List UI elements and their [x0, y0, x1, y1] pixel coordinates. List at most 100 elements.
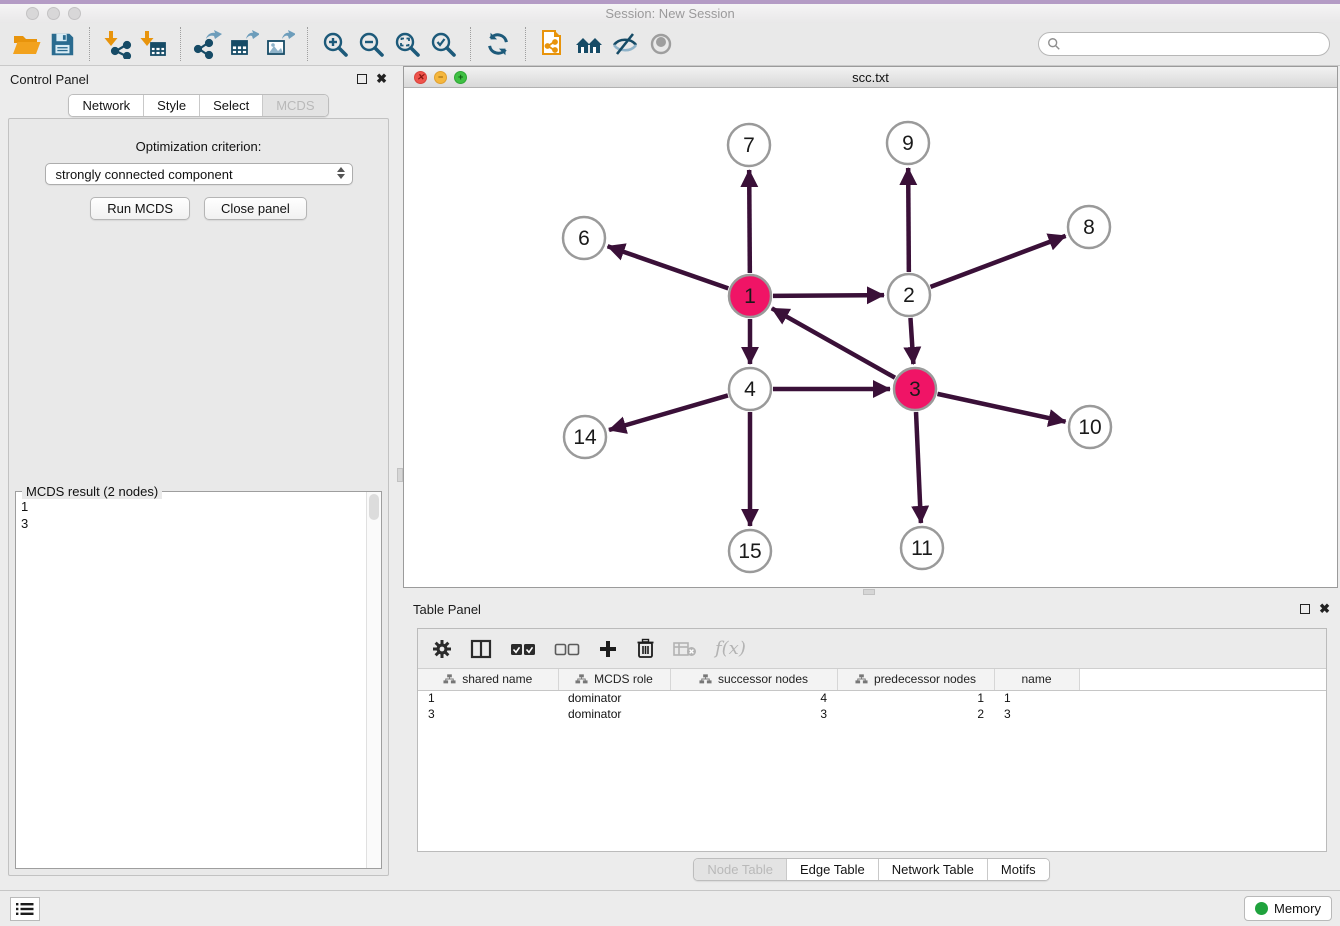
save-session-icon [48, 30, 76, 58]
graph-node-label-9: 9 [902, 132, 914, 155]
tab-motifs[interactable]: Motifs [987, 859, 1049, 880]
select-all-columns-button[interactable] [510, 641, 536, 657]
main-toolbar [0, 23, 1340, 66]
horizontal-splitter-grip[interactable] [863, 589, 875, 595]
show-all-button[interactable] [643, 26, 679, 62]
tab-select[interactable]: Select [199, 95, 262, 116]
graph-node-label-6: 6 [578, 227, 590, 250]
graph-edge-2-9[interactable] [908, 168, 909, 272]
table-row[interactable]: 1 dominator 4 1 1 [418, 690, 1326, 706]
close-panel-button[interactable]: Close panel [204, 197, 307, 220]
cell-predecessor-nodes[interactable]: 1 [837, 690, 994, 706]
graph-node-label-8: 8 [1083, 216, 1095, 239]
tab-style[interactable]: Style [143, 95, 199, 116]
cell-predecessor-nodes[interactable]: 2 [837, 706, 994, 722]
cell-name[interactable]: 3 [994, 706, 1079, 722]
tab-network[interactable]: Network [69, 95, 143, 116]
zoom-in-button[interactable] [317, 26, 353, 62]
cell-mcds-role[interactable]: dominator [558, 706, 670, 722]
delete-table-icon [673, 641, 697, 657]
refresh-button[interactable] [480, 26, 516, 62]
network-canvas[interactable]: 7968124314101511 [404, 88, 1337, 587]
open-session-icon [11, 29, 41, 59]
save-session-button[interactable] [44, 26, 80, 62]
tab-network-table[interactable]: Network Table [878, 859, 987, 880]
result-scrollbar-thumb[interactable] [369, 494, 379, 520]
graph-edge-4-14[interactable] [609, 395, 728, 430]
export-table-button[interactable] [226, 26, 262, 62]
show-column-panel-button[interactable] [470, 639, 492, 659]
cell-successor-nodes[interactable]: 3 [670, 706, 837, 722]
zoom-fit-icon [392, 29, 422, 59]
cell-mcds-role[interactable]: dominator [558, 690, 670, 706]
hierarchy-icon [575, 674, 588, 684]
first-neighbors-button[interactable] [571, 26, 607, 62]
network-window-titlebar: ✕ − + scc.txt [404, 67, 1337, 88]
search-field[interactable] [1038, 32, 1330, 56]
column-header-successor-nodes[interactable]: successor nodes [670, 669, 837, 690]
function-builder-button[interactable]: f(x) [715, 638, 746, 659]
cell-successor-nodes[interactable]: 4 [670, 690, 837, 706]
optimization-criterion-select[interactable]: strongly connected component [45, 163, 353, 185]
optimization-criterion-label: Optimization criterion: [9, 139, 388, 154]
column-header-name[interactable]: name [994, 669, 1079, 690]
graph-edge-3-1[interactable] [772, 308, 895, 377]
select-all-icon [510, 641, 536, 657]
hide-selected-button[interactable] [607, 26, 643, 62]
column-header-predecessor-nodes[interactable]: predecessor nodes [837, 669, 994, 690]
delete-column-button[interactable] [636, 638, 655, 659]
memory-button[interactable]: Memory [1244, 896, 1332, 921]
node-table: shared name MCDS role successor nodes pr… [418, 669, 1326, 722]
columns-icon [470, 639, 492, 659]
tab-edge-table[interactable]: Edge Table [786, 859, 878, 880]
mcds-result-text[interactable]: 1 3 [17, 496, 365, 867]
import-network-button[interactable] [99, 26, 135, 62]
search-icon [1047, 37, 1061, 51]
export-image-button[interactable] [262, 26, 298, 62]
gear-icon [432, 639, 452, 659]
cell-shared-name[interactable]: 1 [418, 690, 558, 706]
tab-mcds[interactable]: MCDS [262, 95, 327, 116]
graph-edge-1-7[interactable] [749, 170, 750, 273]
result-scrollbar[interactable] [366, 492, 381, 868]
export-network-icon [193, 29, 223, 59]
float-table-panel-icon[interactable] [1300, 604, 1310, 614]
column-header-mcds-role[interactable]: MCDS role [558, 669, 670, 690]
graph-edge-2-8[interactable] [931, 236, 1066, 287]
graph-edge-3-11[interactable] [916, 412, 921, 523]
tab-node-table[interactable]: Node Table [694, 859, 786, 880]
run-mcds-button[interactable]: Run MCDS [90, 197, 190, 220]
export-network-button[interactable] [190, 26, 226, 62]
cell-name[interactable]: 1 [994, 690, 1079, 706]
deselect-all-columns-button[interactable] [554, 641, 580, 657]
zoom-selected-button[interactable] [425, 26, 461, 62]
network-close-button[interactable]: ✕ [414, 71, 427, 84]
table-row[interactable]: 3 dominator 3 2 3 [418, 706, 1326, 722]
table-settings-button[interactable] [432, 639, 452, 659]
graph-edge-1-6[interactable] [608, 246, 729, 288]
import-table-button[interactable] [135, 26, 171, 62]
network-minimize-button[interactable]: − [434, 71, 447, 84]
float-panel-icon[interactable] [357, 74, 367, 84]
export-table-icon [229, 29, 259, 59]
open-session-button[interactable] [8, 26, 44, 62]
network-maximize-button[interactable]: + [454, 71, 467, 84]
close-table-panel-icon[interactable]: ✖ [1319, 604, 1330, 614]
create-column-button[interactable] [598, 639, 618, 659]
graph-edge-1-2[interactable] [773, 295, 884, 296]
cell-shared-name[interactable]: 3 [418, 706, 558, 722]
zoom-fit-button[interactable] [389, 26, 425, 62]
graph-edge-3-10[interactable] [937, 394, 1065, 422]
task-history-button[interactable] [10, 897, 40, 921]
network-window-controls[interactable]: ✕ − + [414, 71, 467, 84]
titlebar: Session: New Session [0, 4, 1340, 23]
zoom-out-button[interactable] [353, 26, 389, 62]
graph-edge-2-3[interactable] [910, 318, 913, 364]
column-header-shared-name[interactable]: shared name [418, 669, 558, 690]
search-input[interactable] [1066, 37, 1321, 52]
clone-network-button[interactable] [535, 26, 571, 62]
close-panel-icon[interactable]: ✖ [376, 74, 387, 84]
delete-table-button[interactable] [673, 641, 697, 657]
network-graph[interactable]: 7968124314101511 [404, 88, 1337, 587]
horizontal-splitter[interactable] [403, 588, 1340, 596]
